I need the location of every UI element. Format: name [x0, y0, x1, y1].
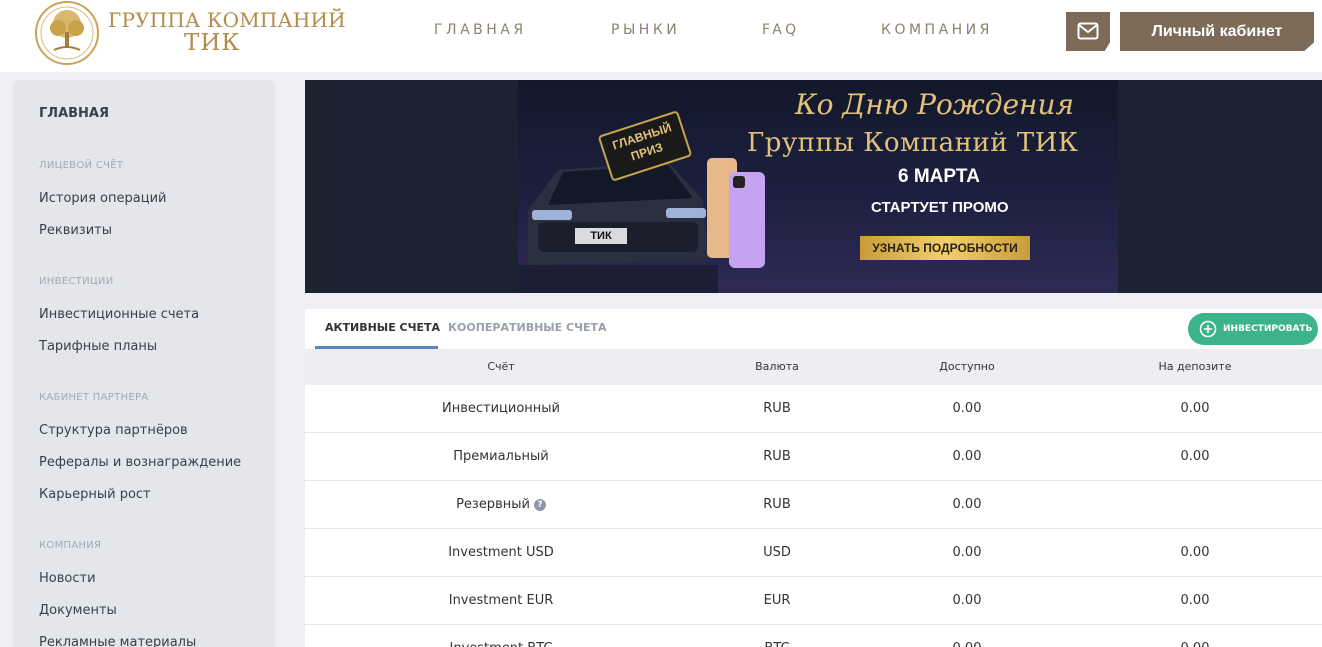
sidebar-item-career-growth[interactable]: Карьерный рост [39, 487, 151, 502]
tree-emblem-icon [35, 1, 99, 65]
cell-deposit: 0.00 [1125, 625, 1265, 647]
invest-button-label: ИНВЕСТИРОВАТЬ [1223, 324, 1313, 334]
cell-available: 0.00 [952, 497, 982, 512]
cell-deposit: 0.00 [1180, 545, 1210, 560]
cell-account: Инвестиционный [441, 401, 560, 416]
logo-company-name: ТИК [184, 30, 241, 56]
sidebar-section-investments: ИНВЕСТИЦИИ [39, 276, 114, 287]
tab-active-accounts[interactable]: АКТИВНЫЕ СЧЕТА [325, 321, 440, 334]
col-deposit: На депозите [1158, 360, 1232, 373]
sidebar-item-tariff-plans[interactable]: Тарифные планы [39, 339, 157, 354]
cell-deposit: 0.00 [1180, 593, 1210, 608]
learn-more-button[interactable]: УЗНАТЬ ПОДРОБНОСТИ [860, 236, 1030, 260]
col-currency: Валюта [755, 360, 799, 373]
cell-currency: USD [763, 545, 791, 560]
table-row[interactable]: Investment EUR EUR 0.00 0.00 [305, 577, 1322, 625]
envelope-icon [1077, 22, 1099, 40]
cell-currency: EUR [763, 593, 791, 608]
banner-date: 6 МАРТА [898, 166, 980, 187]
cell-account-label: Резервный [456, 497, 530, 512]
accounts-panel: АКТИВНЫЕ СЧЕТА КООПЕРАТИВНЫЕ СЧЕТА ИНВЕС… [305, 309, 1322, 647]
nav-main[interactable]: ГЛАВНАЯ [434, 22, 527, 38]
plus-circle-icon [1199, 320, 1217, 338]
sidebar-item-referrals[interactable]: Рефералы и вознаграждение [39, 455, 241, 470]
sidebar-item-partner-structure[interactable]: Структура партнёров [39, 423, 188, 438]
cell-account: Премиальный [453, 449, 549, 464]
table-row[interactable]: Премиальный RUB 0.00 0.00 [305, 433, 1322, 481]
cell-available: 0.00 [952, 545, 982, 560]
personal-cabinet-button[interactable]: Личный кабинет [1120, 12, 1314, 51]
invest-button[interactable]: ИНВЕСТИРОВАТЬ [1188, 313, 1318, 345]
banner-promo-text: СТАРТУЕТ ПРОМО [871, 199, 1009, 216]
cell-available: 0.00 [952, 401, 982, 416]
sidebar-section-partner-cabinet: КАБИНЕТ ПАРТНЕРА [39, 392, 149, 403]
question-icon[interactable]: ? [533, 498, 546, 511]
nav-faq[interactable]: FAQ [762, 22, 800, 38]
nav-company[interactable]: КОМПАНИЯ [881, 22, 993, 38]
promo-banner[interactable]: ГЛАВНЫЙ ПРИЗ ТИК Ко Дню Рождения Группы … [305, 80, 1322, 293]
cell-currency: RUB [763, 497, 791, 512]
table-row[interactable]: Investment BTC BTC 0.00 0.00 [305, 625, 1322, 647]
mail-button[interactable] [1066, 12, 1110, 51]
sidebar: ГЛАВНАЯ ЛИЦЕВОЙ СЧЁТ История операций Ре… [13, 80, 275, 647]
sidebar-section-personal-account: ЛИЦЕВОЙ СЧЁТ [39, 160, 124, 171]
accounts-table-header: Счёт Валюта Доступно На депозите [305, 349, 1322, 385]
nav-markets[interactable]: РЫНКИ [611, 22, 680, 38]
cell-deposit [1125, 481, 1265, 529]
cell-currency: RUB [763, 401, 791, 416]
cell-available: 0.00 [952, 593, 982, 608]
sidebar-section-company: КОМПАНИЯ [39, 540, 102, 551]
tab-cooperative-accounts[interactable]: КООПЕРАТИВНЫЕ СЧЕТА [448, 321, 607, 334]
col-available: Доступно [939, 360, 995, 373]
cell-account: Investment EUR [448, 593, 554, 608]
cell-account: Investment BTC [401, 625, 601, 647]
site-header: ГРУППА КОМПАНИЙ ТИК ГЛАВНАЯ РЫНКИ FAQ КО… [0, 0, 1322, 72]
table-row[interactable]: Инвестиционный RUB 0.00 0.00 [305, 385, 1322, 433]
sidebar-item-requisites[interactable]: Реквизиты [39, 223, 112, 238]
table-row[interactable]: Investment USD USD 0.00 0.00 [305, 529, 1322, 577]
cell-account: Investment USD [448, 545, 554, 560]
banner-title: Ко Дню Рождения [795, 88, 1075, 121]
cell-available: 0.00 [952, 449, 982, 464]
company-logo[interactable]: ГРУППА КОМПАНИЙ ТИК [34, 0, 346, 68]
cell-deposit: 0.00 [1180, 401, 1210, 416]
sidebar-item-news[interactable]: Новости [39, 571, 96, 586]
sidebar-item-documents[interactable]: Документы [39, 603, 117, 618]
sidebar-item-ad-materials[interactable]: Рекламные материалы [39, 635, 196, 647]
col-account: Счёт [487, 360, 515, 373]
sidebar-item-operations-history[interactable]: История операций [39, 191, 166, 206]
license-plate: ТИК [575, 228, 627, 244]
cell-currency: RUB [763, 449, 791, 464]
cell-deposit: 0.00 [1180, 449, 1210, 464]
sidebar-item-main[interactable]: ГЛАВНАЯ [39, 106, 109, 121]
logo-company-group: ГРУППА КОМПАНИЙ [108, 8, 346, 32]
cell-available: 0.00 [917, 625, 1017, 647]
banner-subtitle: Группы Компаний ТИК [747, 128, 1079, 158]
cell-account: Резервный? [401, 481, 601, 529]
sidebar-item-investment-accounts[interactable]: Инвестиционные счета [39, 307, 199, 322]
cell-currency: BTC [725, 625, 829, 647]
phones-image [707, 158, 765, 268]
table-row[interactable]: Резервный? RUB 0.00 [305, 481, 1322, 529]
